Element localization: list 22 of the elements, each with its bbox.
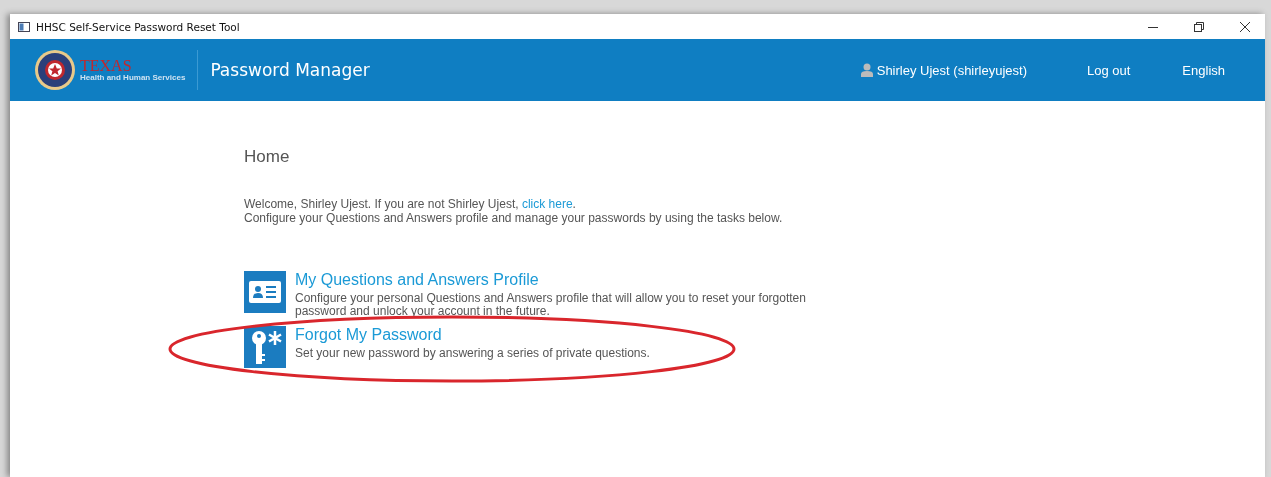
click-here-link[interactable]: click here: [521, 197, 573, 211]
key-icon[interactable]: [244, 326, 286, 368]
language-link[interactable]: English: [1182, 62, 1225, 78]
intro-text: Configure your Questions and Answers profile and manage your passwords by using the tasks below.: [244, 211, 784, 225]
task-link[interactable]: Forgot My Password: [295, 326, 835, 344]
task-description: Set your new password by answering a series of private questions.: [295, 347, 651, 360]
logo-subtitle: Health and Human Services: [80, 72, 186, 82]
app-name: Password Manager: [210, 60, 370, 80]
user-link[interactable]: Shirley Ujest (shirleyujest): [876, 62, 1027, 78]
logout-link[interactable]: Log out: [1087, 62, 1131, 78]
page-heading: Home: [244, 147, 291, 167]
window-title: HHSC Self-Service Password Reset Tool: [36, 20, 240, 33]
id-card-icon[interactable]: [244, 271, 286, 313]
logo-title: TEXAS: [80, 58, 133, 73]
restore-icon[interactable]: [1193, 20, 1205, 33]
welcome-text: Welcome, Shirley Ujest. If you are not Shirley Ujest, click here.: [244, 197, 577, 211]
close-icon[interactable]: [1239, 20, 1251, 33]
user-icon: [860, 63, 873, 77]
task-link[interactable]: My Questions and Answers Profile: [295, 271, 835, 289]
window-icon: [18, 21, 30, 32]
seal-icon: [34, 49, 76, 91]
task-description: Configure your personal Questions and Answers profile that will allow you to reset your forgotten password and unlock your account in the future.: [295, 292, 807, 318]
